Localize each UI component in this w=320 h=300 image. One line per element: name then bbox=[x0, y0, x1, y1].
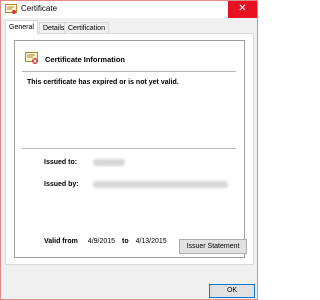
general-tab-panel: Certificate Information This certificate… bbox=[5, 33, 254, 265]
issued-to-value-redacted bbox=[93, 159, 125, 166]
window-title: Certificate bbox=[21, 4, 58, 13]
issuer-statement-button[interactable]: Issuer Statement bbox=[179, 239, 247, 254]
certificate-window: Certificate ✕ General Details Certificat… bbox=[0, 0, 258, 300]
divider bbox=[22, 71, 236, 72]
certificate-info-box: Certificate Information This certificate… bbox=[14, 40, 245, 258]
certificate-icon bbox=[5, 4, 17, 15]
tab-general[interactable]: General bbox=[5, 20, 38, 35]
validity-warning: This certificate has expired or is not y… bbox=[27, 79, 179, 86]
close-button[interactable]: ✕ bbox=[228, 1, 257, 18]
validity-period: Valid from 4/9/2015 to 4/13/2015 bbox=[44, 238, 167, 245]
issued-to-label: Issued to: bbox=[44, 159, 78, 166]
title-bar[interactable]: Certificate ✕ bbox=[1, 1, 257, 18]
valid-to-date: 4/13/2015 bbox=[135, 238, 167, 245]
valid-from-date: 4/9/2015 bbox=[87, 238, 116, 245]
issued-by-value-redacted bbox=[93, 181, 228, 188]
issued-by-label: Issued by: bbox=[44, 181, 79, 188]
certificate-information-title: Certificate Information bbox=[45, 55, 126, 64]
close-icon: ✕ bbox=[238, 3, 247, 14]
certificate-warning-icon bbox=[25, 51, 39, 65]
to-label: to bbox=[122, 238, 129, 245]
valid-from-label: Valid from bbox=[44, 238, 78, 245]
divider bbox=[22, 148, 236, 149]
ok-button[interactable]: OK bbox=[209, 284, 255, 298]
